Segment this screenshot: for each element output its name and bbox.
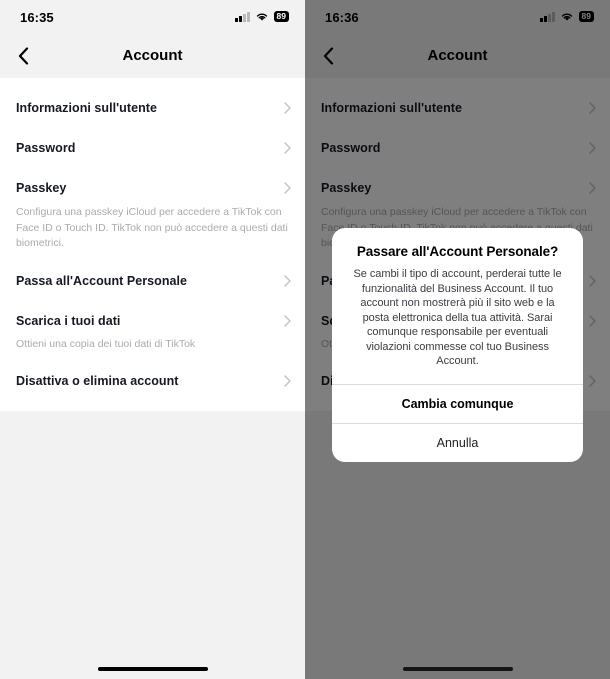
settings-row-deactivate-delete[interactable]: Disattiva o elimina account [0,361,305,401]
settings-row-label: Password [16,141,76,155]
page-title: Account [122,47,183,64]
alert-message: Se cambi il tipo di account, perderai tu… [353,268,562,367]
chevron-right-icon [284,102,291,114]
settings-row-password[interactable]: Password [0,128,305,168]
chevron-right-icon [284,274,291,287]
passkey-description: Configura una passkey iCloud per acceder… [16,206,288,249]
status-bar-time: 16:35 [20,10,54,25]
navigation-bar: Account [0,34,305,78]
cellular-signal-icon [235,11,250,22]
status-bar: 16:35 89 [0,0,305,34]
alert-title: Passare all'Account Personale? [356,244,559,259]
status-bar-icons: 89 [235,11,289,22]
settings-row-label: Passa all'Account Personale [16,273,188,288]
settings-row-user-info[interactable]: Informazioni sull'utente [0,88,305,128]
dual-screenshot-comparison: 16:35 89 Account Informazioni sull'utent… [0,0,610,679]
chevron-right-icon [284,182,291,194]
switch-account-alert-dialog: Passare all'Account Personale? Se cambi … [332,228,583,462]
settings-row-download-data[interactable]: Scarica i tuoi dati [0,301,305,341]
chevron-right-icon [284,314,291,327]
screen-account-settings-with-alert: 16:36 89 Account Informa [305,0,610,679]
card-top-spacer [0,79,305,88]
alert-cancel-button[interactable]: Annulla [332,422,583,462]
settings-row-switch-personal-account[interactable]: Passa all'Account Personale [0,261,305,301]
settings-row-label: Disattiva o elimina account [16,373,179,388]
wifi-icon [256,13,267,21]
home-indicator [97,667,208,671]
settings-row-passkey[interactable]: Passkey [0,168,305,208]
settings-row-label: Scarica i tuoi dati [16,313,121,328]
chevron-right-icon [284,374,291,387]
settings-row-label: Passkey [16,181,67,195]
settings-card: Informazioni sull'utente Password Passke… [0,78,305,411]
settings-row-label: Informazioni sull'utente [16,101,157,115]
chevron-right-icon [284,142,291,154]
alert-confirm-button[interactable]: Cambia comunque [332,383,583,423]
battery-icon: 89 [273,11,289,22]
card-bottom-spacer [0,401,305,411]
alert-content: Passare all'Account Personale? Se cambi … [332,228,583,384]
screen-account-settings: 16:35 89 Account Informazioni sull'utent… [0,0,305,679]
